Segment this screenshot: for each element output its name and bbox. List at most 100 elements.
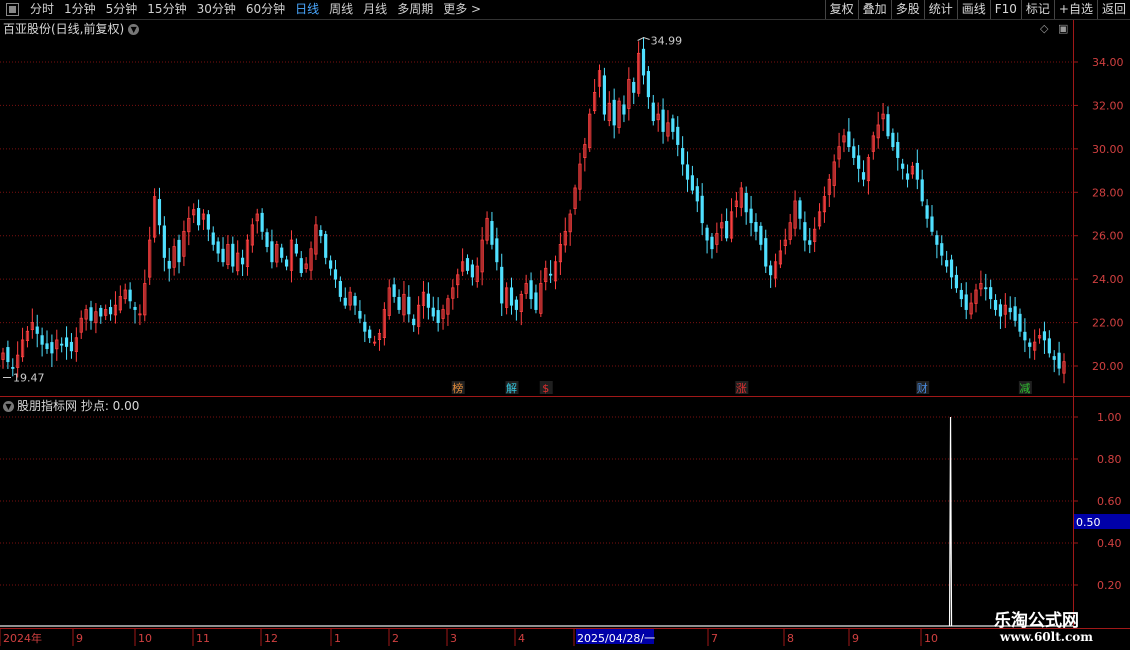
indicator-title[interactable]: ▼ 股朋指标网 抄点: 0.00 xyxy=(3,398,139,414)
candle-body xyxy=(328,260,333,269)
candle-body xyxy=(172,246,176,268)
candle-body xyxy=(896,142,900,158)
toolbar-button[interactable]: 叠加 xyxy=(857,0,891,19)
toolbar-button[interactable]: 标记 xyxy=(1020,0,1054,19)
candle-body xyxy=(157,199,162,226)
period-tab[interactable]: 周线 xyxy=(324,0,358,19)
period-tab[interactable]: 15分钟 xyxy=(142,0,191,19)
chevron-down-icon[interactable]: ▼ xyxy=(3,401,14,412)
candle-body xyxy=(514,299,518,310)
candle-body xyxy=(324,234,328,258)
candle-body xyxy=(901,163,905,169)
candle-body xyxy=(299,258,303,274)
toolbar-button[interactable]: 复权 xyxy=(824,0,858,19)
candle-body xyxy=(940,243,944,256)
period-tab[interactable]: 多周期 xyxy=(392,0,438,19)
period-tab[interactable]: 更多 > xyxy=(438,0,486,19)
menu-icon[interactable] xyxy=(6,3,19,16)
period-tab[interactable]: 分时 xyxy=(25,0,59,19)
candle-body xyxy=(597,70,602,87)
candle-body xyxy=(50,342,54,354)
candle-body xyxy=(441,309,445,319)
period-tab[interactable]: 30分钟 xyxy=(192,0,241,19)
candle-body xyxy=(1052,356,1056,360)
candle-body xyxy=(656,113,660,121)
period-tab[interactable]: 1分钟 xyxy=(59,0,101,19)
candle-body xyxy=(568,213,572,233)
candle-body xyxy=(754,221,758,232)
period-tab[interactable]: 日线 xyxy=(290,0,324,19)
high-price-label: 34.99 xyxy=(651,35,683,48)
event-marker: 减 xyxy=(1019,382,1030,395)
candle-body xyxy=(221,248,225,263)
event-marker: 财 xyxy=(917,381,928,395)
candle-body xyxy=(578,163,582,190)
candle-body xyxy=(661,109,665,132)
candle-body xyxy=(74,337,78,352)
candle-body xyxy=(392,284,396,297)
period-tab[interactable]: 月线 xyxy=(358,0,392,19)
chart-area[interactable]: 34.00 32.00 30.00 28.00 26.00 24.00 22.00 20.00… xyxy=(0,0,1130,650)
candle-body xyxy=(55,339,59,350)
candle-body xyxy=(964,294,968,310)
time-axis-label: 4 xyxy=(518,632,525,645)
toolbar-button[interactable]: 统计 xyxy=(923,0,957,19)
candle-body xyxy=(412,318,416,326)
candle-body xyxy=(407,296,411,315)
candle-body xyxy=(788,222,792,240)
toolbar-button[interactable]: 画线 xyxy=(956,0,990,19)
event-marker: $ xyxy=(542,382,549,395)
candle-body xyxy=(402,293,406,316)
chevron-down-icon[interactable]: ▼ xyxy=(128,24,140,35)
panel-toggle-icon[interactable]: ▣ xyxy=(1058,22,1068,35)
candle-body xyxy=(563,230,567,246)
candle-body xyxy=(602,75,606,115)
candle-body xyxy=(495,238,499,263)
high-marker-arrow xyxy=(637,36,650,41)
candle-body xyxy=(769,265,773,276)
price-tick-label: 26.00 xyxy=(1092,230,1124,243)
panel-controls: ◇ ▣ xyxy=(1040,22,1068,35)
candle-body xyxy=(309,248,313,271)
candle-body xyxy=(813,228,817,242)
candle-body xyxy=(446,298,450,315)
period-tab[interactable]: 60分钟 xyxy=(241,0,290,19)
candle-body xyxy=(725,220,729,239)
candle-body xyxy=(744,192,748,213)
main-chart-title[interactable]: 百亚股份(日线,前复权) ▼ xyxy=(3,21,140,37)
time-axis-label: 1 xyxy=(334,632,341,645)
toolbar-button[interactable]: 多股 xyxy=(890,0,924,19)
candle-body xyxy=(182,230,186,257)
candle-body xyxy=(700,195,704,224)
event-marker-bg xyxy=(451,381,465,394)
candle-body xyxy=(852,146,856,158)
candle-body xyxy=(583,144,587,159)
time-axis-label: 2025/04/28/一 xyxy=(577,632,655,645)
event-marker-bg xyxy=(916,381,930,394)
time-axis-label: 9 xyxy=(76,632,83,645)
candle-body xyxy=(969,302,973,315)
candle-body xyxy=(270,241,274,263)
candle-body xyxy=(304,263,308,269)
candle-body xyxy=(544,267,548,283)
candle-body xyxy=(69,341,74,352)
candle-body xyxy=(45,343,49,350)
event-marker-bg xyxy=(505,381,519,394)
toolbar-button[interactable]: +自选 xyxy=(1053,0,1097,19)
diamond-icon[interactable]: ◇ xyxy=(1040,22,1048,35)
indicator-label: 股朋指标网 抄点: 0.00 xyxy=(17,399,140,413)
candle-body xyxy=(436,310,440,323)
candle-body xyxy=(1062,361,1066,374)
candle-body xyxy=(857,155,861,169)
candle-body xyxy=(40,335,44,345)
candle-body xyxy=(959,289,963,300)
toolbar-button[interactable]: F10 xyxy=(989,0,1021,19)
candle-body xyxy=(749,208,753,224)
candle-body xyxy=(372,341,377,344)
toolbar-button[interactable]: 返回 xyxy=(1096,0,1130,19)
candle-body xyxy=(651,102,655,122)
period-tab[interactable]: 5分钟 xyxy=(101,0,143,19)
candle-body xyxy=(338,280,342,297)
candle-body xyxy=(280,247,284,258)
event-marker: 涨 xyxy=(736,382,747,395)
